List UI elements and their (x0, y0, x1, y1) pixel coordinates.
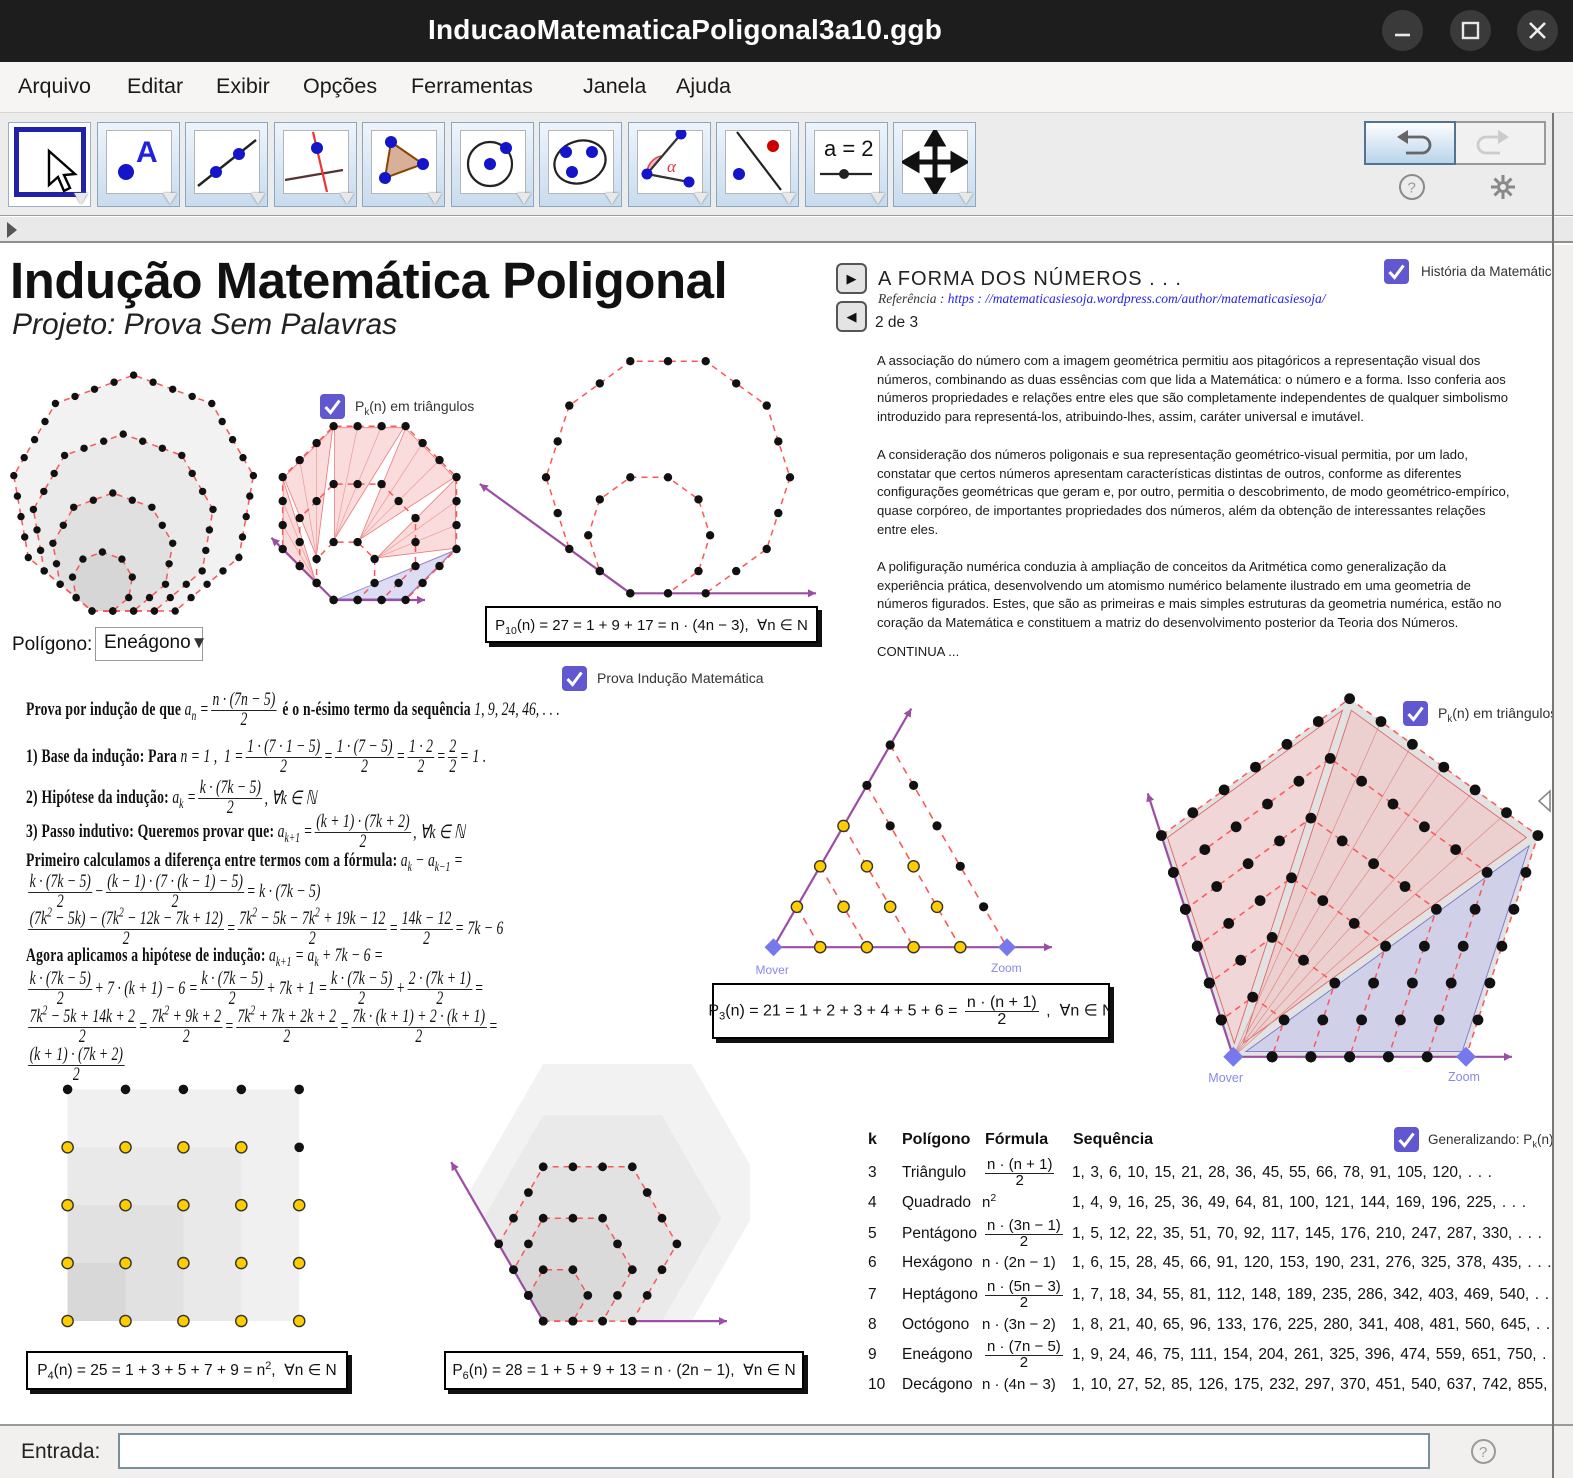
svg-text:?: ? (1479, 1444, 1487, 1461)
svg-text:a = 2: a = 2 (824, 136, 874, 161)
svg-text:α: α (667, 157, 677, 176)
svg-text:?: ? (1408, 180, 1416, 197)
svg-text:Zoom: Zoom (991, 961, 1022, 975)
svg-text:A: A (136, 136, 158, 169)
svg-text:Mover: Mover (1208, 1071, 1243, 1085)
svg-text:Mover: Mover (756, 963, 789, 977)
svg-text:Zoom: Zoom (1448, 1070, 1480, 1084)
